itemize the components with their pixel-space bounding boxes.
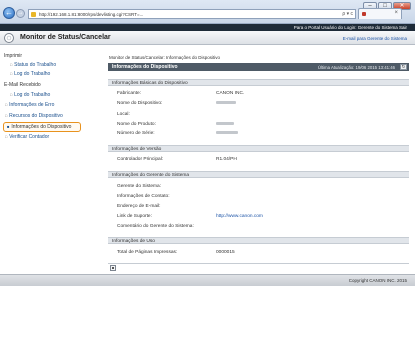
- top-bar: Para o Portal Usuário do Login: Gerente …: [0, 24, 415, 31]
- main-content: Monitor de Status/Cancelar: Informações …: [106, 45, 411, 274]
- address-url[interactable]: http://192.168.1.81:8000/rps/devlisting.…: [39, 12, 143, 17]
- breadcrumb: Monitor de Status/Cancelar: Informações …: [109, 55, 221, 60]
- section-basic-info: Informações Básicas do Dispositivo: [108, 79, 409, 86]
- sidebar-item-job-status[interactable]: Status do Trabalho: [10, 62, 56, 68]
- field-value-manufacturer: CANON INC.: [216, 91, 245, 96]
- copyright-text: Copyright CANON INC. 2015: [348, 278, 407, 283]
- page-title: Monitor de Status/Cancelar: [20, 34, 111, 41]
- canon-tab-icon: [362, 12, 366, 16]
- back-button[interactable]: ←: [3, 7, 15, 19]
- page-icon: [31, 12, 36, 17]
- browser-tab[interactable]: ×: [358, 8, 402, 19]
- page-top-button[interactable]: [110, 265, 116, 271]
- sidebar-item-email-job-log[interactable]: Log do Trabalho: [10, 92, 50, 98]
- section-manager-info: Informações do Gerente do Sistema: [108, 171, 409, 178]
- email-manager-link[interactable]: E-mail para Gerente do Sistema: [343, 36, 407, 41]
- top-bar-links[interactable]: Para o Portal Usuário do Login: Gerente …: [294, 24, 407, 31]
- panel-title: Informações do Dispositivo: [112, 64, 178, 70]
- field-value-total-pages: 0000015: [216, 250, 235, 255]
- forward-button[interactable]: →: [16, 9, 25, 18]
- field-value-device-name: [216, 101, 236, 106]
- field-label: Nome do Produto:: [117, 122, 156, 127]
- divider: [108, 263, 409, 264]
- address-search-refresh-icons[interactable]: ρ ▾ c: [342, 11, 353, 17]
- field-label: Endereço de E-mail:: [117, 204, 161, 209]
- sidebar-heading-print: Imprimir: [4, 53, 23, 59]
- field-label: Nome do Dispositivo:: [117, 101, 163, 106]
- app-header: Monitor de Status/Cancelar E-mail para G…: [0, 31, 415, 45]
- field-label: Total de Páginas Impressas:: [117, 250, 178, 255]
- section-title: Informações do Gerente do Sistema: [112, 172, 190, 178]
- section-usage-info: Informações de Uso: [108, 237, 409, 244]
- footer: Copyright CANON INC. 2015: [0, 274, 415, 286]
- field-label: Fabricante:: [117, 91, 141, 96]
- sidebar: Imprimir Status do Trabalho Log do Traba…: [0, 45, 104, 274]
- blank-area: [0, 286, 415, 360]
- field-label: Local:: [117, 112, 130, 117]
- field-label: Gerente do Sistema:: [117, 184, 161, 189]
- field-label: Controlador Principal:: [117, 157, 164, 162]
- field-label: Comentário do Gerente do Sistema:: [117, 224, 194, 229]
- sidebar-item-check-counter[interactable]: Verificar Contador: [5, 134, 49, 140]
- last-update-text: Última Atualização: 19/06 2015 13:41:46: [317, 64, 395, 70]
- browser-chrome: – □ ✕ ← → http://192.168.1.81:8000/rps/d…: [0, 0, 415, 24]
- sidebar-item-job-log[interactable]: Log do Trabalho: [10, 71, 50, 77]
- field-label: Número de Série:: [117, 131, 155, 136]
- section-title: Informações de Uso: [112, 238, 155, 244]
- address-bar[interactable]: http://192.168.1.81:8000/rps/devlisting.…: [28, 9, 356, 19]
- section-title: Informações Básicas do Dispositivo: [112, 80, 188, 86]
- support-link[interactable]: http://www.canon.com: [216, 214, 263, 219]
- field-value-serial-number: [216, 131, 238, 136]
- tab-close-icon[interactable]: ×: [394, 10, 398, 16]
- monitor-status-icon: [4, 33, 14, 43]
- panel-header: Informações do Dispositivo Última Atuali…: [108, 63, 409, 71]
- sidebar-item-device-info[interactable]: Informações do Dispositivo: [3, 122, 81, 132]
- sidebar-item-device-resources[interactable]: Recursos do Dispositivo: [5, 113, 63, 119]
- refresh-icon[interactable]: ↻: [400, 64, 407, 70]
- field-value-main-controller: R1.04/PH: [216, 157, 237, 162]
- field-label: Informações de Contato:: [117, 194, 170, 199]
- sidebar-item-error-info[interactable]: Informações de Erro: [5, 102, 54, 108]
- section-version-info: Informações de Versão: [108, 145, 409, 152]
- field-label: Link de Suporte:: [117, 214, 152, 219]
- section-title: Informações de Versão: [112, 146, 162, 152]
- field-value-product-name: [216, 122, 234, 127]
- sidebar-heading-email-received: E-Mail Recebido: [4, 82, 41, 88]
